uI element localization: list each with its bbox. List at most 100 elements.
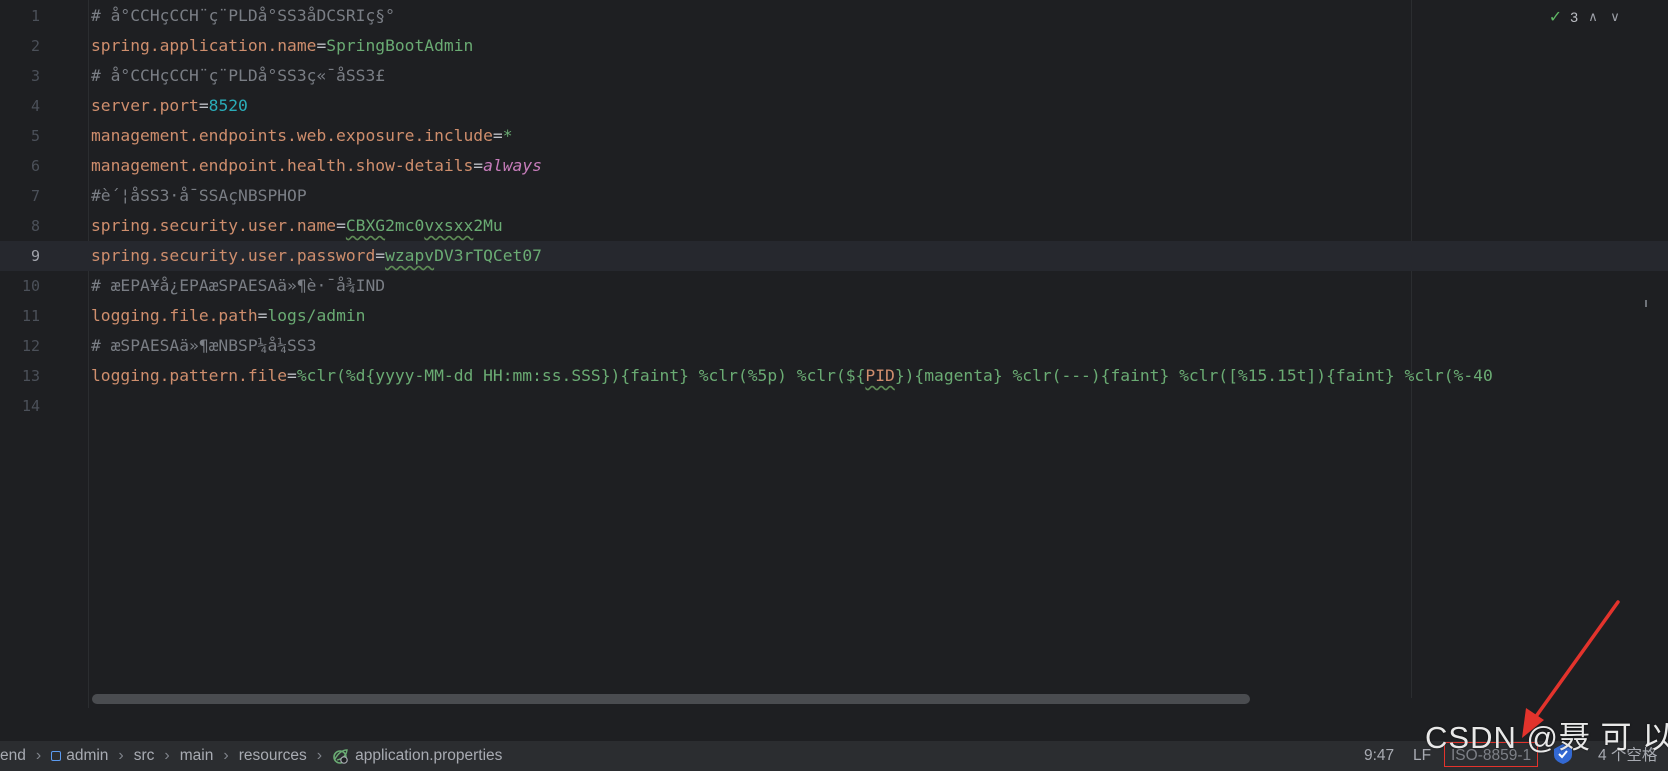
code-token: =: [492, 126, 503, 145]
breadcrumb-item-project[interactable]: end: [0, 747, 26, 765]
chevron-right-icon: ›: [316, 747, 323, 764]
code-token: %clr(%d{yyyy-MM-dd HH:mm:ss.SSS}){faint}…: [296, 366, 866, 385]
code-token: spring.security.user.name: [91, 216, 337, 235]
scrollbar-marker: [1645, 300, 1647, 307]
code-token: spring.security.user.password: [91, 246, 376, 265]
breadcrumb-item-resources[interactable]: resources: [239, 747, 307, 765]
code-token: PID: [865, 366, 895, 385]
inspection-widget[interactable]: ✓ 3 ∧ ∨: [1549, 6, 1622, 28]
code-token: =: [198, 96, 209, 115]
code-line[interactable]: 1 # å°CCHçCCH¨ç¨PLDå°SS3åDCSRIç§°: [0, 1, 1668, 31]
line-number[interactable]: 13: [0, 361, 40, 391]
spring-properties-icon: [333, 749, 348, 764]
line-number[interactable]: 10: [0, 271, 40, 301]
line-code: #è´¦åSS3·å¯SSAçNBSPHOP: [91, 181, 307, 211]
line-code: spring.application.name=SpringBootAdmin: [91, 31, 473, 61]
code-line[interactable]: 4 server.port=8520: [0, 91, 1668, 121]
code-token: }){magenta} %clr(---){faint} %clr([%15.1…: [894, 366, 1493, 385]
code-token: =: [473, 156, 484, 175]
line-code: server.port=8520: [91, 91, 248, 121]
line-code: # æSPAESAä»¶æNBSP¼å¼SS3: [91, 331, 316, 361]
code-token: CBXG: [345, 216, 386, 235]
code-token: management.endpoint.health.show-details: [91, 156, 474, 175]
code-line[interactable]: 2 spring.application.name=SpringBootAdmin: [0, 31, 1668, 61]
code-line[interactable]: 12 # æSPAESAä»¶æNBSP¼å¼SS3: [0, 331, 1668, 361]
line-code: spring.security.user.password=wzapvDV3rT…: [91, 241, 542, 271]
watermark: CSDN @聂 可 以: [1425, 720, 1668, 755]
inspection-count: 3: [1570, 9, 1578, 25]
code-line[interactable]: 3 # å°CCHçCCH¨ç¨PLDå°SS3ç«¯åSS3£: [0, 61, 1668, 91]
line-code: logging.pattern.file=%clr(%d{yyyy-MM-dd …: [91, 361, 1493, 391]
line-code: management.endpoint.health.show-details=…: [91, 151, 542, 181]
line-code: management.endpoints.web.exposure.includ…: [91, 121, 513, 151]
breadcrumb-item-admin[interactable]: admin: [66, 747, 108, 765]
chevron-right-icon: ›: [35, 747, 42, 764]
code-line[interactable]: 9 spring.security.user.password=wzapvDV3r…: [0, 241, 1668, 271]
code-token: logging.pattern.file: [91, 366, 288, 385]
code-token: =: [287, 366, 297, 385]
line-number[interactable]: 9: [0, 241, 40, 271]
code-token: logs/admin: [267, 306, 366, 325]
code-line[interactable]: 7 #è´¦åSS3·å¯SSAçNBSPHOP: [0, 181, 1668, 211]
code-token: management.endpoints.web.exposure.includ…: [91, 126, 493, 145]
line-number[interactable]: 6: [0, 151, 40, 181]
code-token: always: [483, 156, 542, 175]
code-token: =: [257, 306, 268, 325]
line-number[interactable]: 5: [0, 121, 40, 151]
line-number[interactable]: 12: [0, 331, 40, 361]
code-token: =: [375, 246, 386, 265]
code-line[interactable]: 6 management.endpoint.health.show-details…: [0, 151, 1668, 181]
line-number[interactable]: 8: [0, 211, 40, 241]
module-icon: [51, 751, 62, 761]
code-token: *: [502, 126, 513, 145]
check-icon: ✓: [1548, 9, 1563, 26]
code-token: =: [316, 36, 327, 55]
code-line[interactable]: 8 spring.security.user.name=CBXG2mc0vxsxx…: [0, 211, 1668, 241]
line-number[interactable]: 1: [0, 1, 40, 31]
line-code: # æEPA¥å¿EPAæSPAESAä»¶è·¯å¾IND: [91, 271, 385, 301]
code-line[interactable]: 10 # æEPA¥å¿EPAæSPAESAä»¶è·¯å¾IND: [0, 271, 1668, 301]
code-line[interactable]: 11 logging.file.path=logs/admin: [0, 301, 1668, 331]
line-code: logging.file.path=logs/admin: [91, 301, 365, 331]
code-line[interactable]: 13 logging.pattern.file=%clr(%d{yyyy-MM-d…: [0, 361, 1668, 391]
status-bar: end › admin › src › main › resources › a…: [0, 740, 1668, 771]
code-token: vxsxx: [424, 216, 474, 235]
breadcrumb: end › admin › src › main › resources › a…: [0, 741, 508, 771]
line-number[interactable]: 7: [0, 181, 40, 211]
horizontal-scrollbar[interactable]: [92, 694, 1250, 704]
line-number[interactable]: 4: [0, 91, 40, 121]
line-number[interactable]: 11: [0, 301, 40, 331]
code-token: 8520: [208, 96, 248, 115]
code-token: wzapv: [385, 246, 435, 265]
breadcrumb-item-file[interactable]: application.properties: [355, 747, 502, 765]
chevron-right-icon: ›: [118, 747, 124, 764]
code-token: #è´¦åSS3·å¯SSAçNBSPHOP: [91, 186, 307, 205]
code-token: SpringBootAdmin: [326, 36, 474, 55]
chevron-right-icon: ›: [223, 747, 229, 764]
caret-position[interactable]: 9:47: [1364, 741, 1394, 771]
line-code: # å°CCHçCCH¨ç¨PLDå°SS3ç«¯åSS3£: [91, 61, 385, 91]
breadcrumb-item-src[interactable]: src: [134, 747, 155, 765]
code-token: 2Mu: [473, 216, 503, 235]
code-token: DV3rTQCet07: [434, 246, 542, 265]
code-token: server.port: [91, 96, 199, 115]
code-token: 2mc0: [385, 216, 425, 235]
line-number[interactable]: 3: [0, 61, 40, 91]
code-token: =: [336, 216, 346, 235]
code-line[interactable]: 14: [0, 391, 1668, 421]
code-editor[interactable]: 1 # å°CCHçCCH¨ç¨PLDå°SS3åDCSRIç§° 2 spring.…: [0, 0, 1668, 708]
code-token: # æSPAESAä»¶æNBSP¼å¼SS3: [91, 336, 317, 355]
chevron-right-icon: ›: [164, 747, 170, 764]
breadcrumb-item-main[interactable]: main: [180, 747, 214, 765]
code-token: logging.file.path: [91, 306, 258, 325]
previous-highlight-icon[interactable]: ∧: [1586, 9, 1600, 25]
next-highlight-icon[interactable]: ∨: [1608, 9, 1622, 25]
line-code: spring.security.user.name=CBXG2mc0vxsxx2…: [91, 211, 503, 241]
code-token: spring.application.name: [91, 36, 317, 55]
code-token: # å°CCHçCCH¨ç¨PLDå°SS3ç«¯åSS3£: [91, 66, 386, 85]
code-line[interactable]: 5 management.endpoints.web.exposure.inclu…: [0, 121, 1668, 151]
line-number[interactable]: 14: [0, 391, 40, 421]
line-number[interactable]: 2: [0, 31, 40, 61]
code-lines[interactable]: 1 # å°CCHçCCH¨ç¨PLDå°SS3åDCSRIç§° 2 spring.…: [0, 1, 1668, 421]
line-code: # å°CCHçCCH¨ç¨PLDå°SS3åDCSRIç§°: [91, 1, 395, 31]
